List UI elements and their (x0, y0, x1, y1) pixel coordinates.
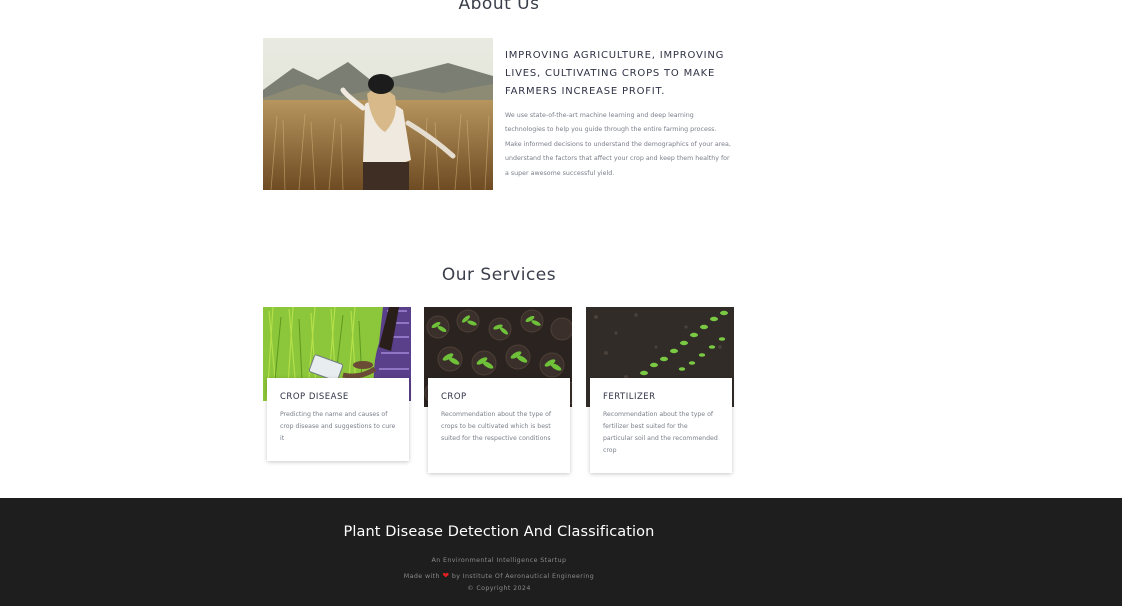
service-title-crop-disease: CROP DISEASE (280, 392, 349, 402)
footer-tagline: An Environmental Intelligence Startup (431, 557, 567, 564)
heart-icon: ❤ (442, 571, 450, 580)
made-with-text: Made with (403, 573, 440, 580)
service-title-crop: CROP (441, 392, 467, 402)
about-description: We use state-of-the-art machine learning… (505, 112, 731, 177)
service-description-crop: Recommendation about the type of crops t… (441, 411, 552, 442)
footer: Plant Disease Detection And Classificati… (0, 498, 1122, 606)
footer-title: Plant Disease Detection And Classificati… (343, 524, 655, 540)
footer-copyright: © Copyright 2024 (467, 585, 531, 592)
service-card-crop[interactable]: CROP Recommendation about the type of cr… (428, 378, 570, 473)
made-by-text: by Institute Of Aeronautical Engineering (451, 573, 595, 580)
about-image (263, 38, 493, 190)
service-card-crop-disease[interactable]: CROP DISEASE Predicting the name and cau… (267, 378, 409, 461)
about-title: About Us (458, 0, 540, 14)
footer-made-with: Made with ❤ by Institute Of Aeronautical… (0, 571, 998, 580)
services-title: Our Services (441, 265, 557, 285)
service-card-fertilizer[interactable]: FERTILIZER Recommendation about the type… (590, 378, 732, 473)
service-description-fertilizer: Recommendation about the type of fertili… (603, 411, 718, 454)
service-description-crop-disease: Predicting the name and causes of crop d… (280, 411, 396, 442)
service-title-fertilizer: FERTILIZER (603, 392, 656, 402)
about-heading: IMPROVING AGRICULTURE, IMPROVING LIVES, … (505, 50, 725, 97)
